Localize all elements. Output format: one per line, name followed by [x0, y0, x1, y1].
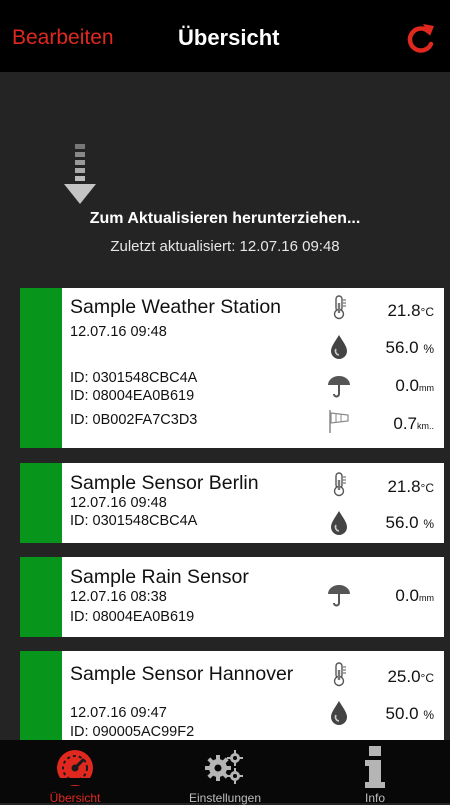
rain-value: 0.0mm: [395, 376, 434, 395]
station-name: Sample Weather Station: [70, 296, 282, 318]
status-indicator: [20, 288, 62, 448]
gears-icon: [205, 750, 243, 784]
status-indicator: [20, 651, 62, 740]
tab-settings[interactable]: Einstellungen: [150, 740, 300, 805]
station-timestamp: 12.07.16 09:48: [70, 495, 167, 511]
status-indicator: [20, 463, 62, 543]
edit-button[interactable]: Bearbeiten: [12, 26, 114, 50]
pull-to-refresh[interactable]: Zum Aktualisieren herunterziehen... Zule…: [0, 72, 450, 282]
station-card[interactable]: Sample Weather Station 12.07.16 09:48 ID…: [20, 288, 444, 448]
gauge-icon: [57, 750, 93, 786]
wind-value: 0.7km..: [393, 414, 434, 433]
umbrella-icon: [327, 584, 351, 607]
station-timestamp: 12.07.16 09:47: [70, 705, 167, 721]
station-card[interactable]: Sample Rain Sensor 12.07.16 08:38 ID: 08…: [20, 557, 444, 637]
station-name: Sample Rain Sensor: [70, 566, 249, 588]
humidity-icon: [330, 334, 348, 359]
sensor-id: ID: 0B002FA7C3D3: [70, 412, 198, 428]
last-updated: Zuletzt aktualisiert: 12.07.16 09:48: [110, 238, 340, 255]
thermometer-icon: [333, 472, 347, 497]
tab-info[interactable]: Info: [300, 740, 450, 805]
station-timestamp: 12.07.16 09:48: [70, 324, 167, 340]
temperature-value: 21.8°C: [387, 477, 434, 496]
thermometer-icon: [333, 295, 347, 320]
station-name: Sample Sensor Hannover: [70, 663, 294, 685]
station-name: Sample Sensor Berlin: [70, 472, 259, 494]
humidity-value: 56.0 %: [385, 513, 435, 532]
sensor-id: ID: 08004EA0B619: [70, 388, 195, 404]
tab-overview[interactable]: Übersicht: [0, 740, 150, 805]
rain-value: 0.0mm: [395, 586, 434, 605]
info-icon: [365, 746, 385, 788]
page-title: Übersicht: [178, 25, 280, 50]
temperature-value: 25.0°C: [387, 667, 434, 686]
humidity-value: 50.0 %: [385, 704, 435, 723]
sensor-id: ID: 090005AC99F2: [70, 724, 195, 740]
pull-instruction: Zum Aktualisieren herunterziehen...: [89, 210, 361, 227]
station-timestamp: 12.07.16 08:38: [70, 589, 167, 605]
sensor-id: ID: 08004EA0B619: [70, 609, 195, 625]
umbrella-icon: [327, 375, 351, 398]
sensor-id: ID: 0301548CBC4A: [70, 513, 198, 529]
tab-bar: Übersicht Einstellungen Info: [0, 740, 450, 805]
status-indicator: [20, 557, 62, 637]
temperature-value: 21.8°C: [387, 301, 434, 320]
humidity-icon: [330, 510, 348, 535]
station-card[interactable]: Sample Sensor Hannover 12.07.16 09:47 ID…: [20, 651, 444, 740]
windsock-icon: [329, 409, 349, 434]
refresh-icon[interactable]: [400, 20, 440, 60]
station-card[interactable]: Sample Sensor Berlin 12.07.16 09:48 ID: …: [20, 463, 444, 543]
sensor-id: ID: 0301548CBC4A: [70, 370, 198, 386]
navigation-bar: Bearbeiten Übersicht: [0, 0, 450, 72]
thermometer-icon: [333, 662, 347, 687]
humidity-icon: [330, 700, 348, 725]
humidity-value: 56.0 %: [385, 338, 435, 357]
